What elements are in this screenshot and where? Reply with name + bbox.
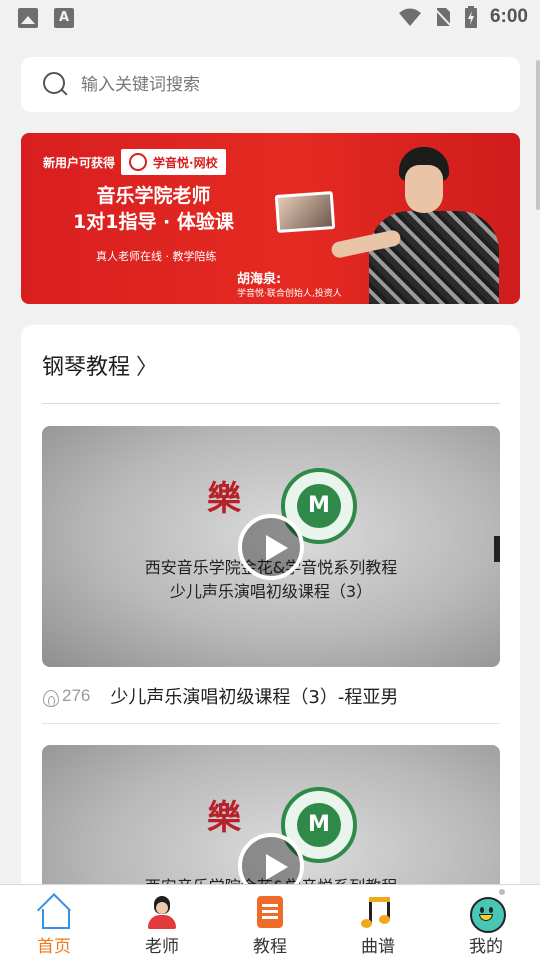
music-score-icon bbox=[361, 895, 395, 929]
list-divider bbox=[42, 723, 500, 724]
video-meta-row[interactable]: 276 少儿声乐演唱初级课程（3）-程亚男 bbox=[42, 681, 500, 711]
banner-headline: 音乐学院老师 1对1指导 · 体验课 bbox=[73, 183, 234, 235]
battery-charging-icon bbox=[464, 6, 477, 28]
video-cover-caption: 少儿声乐演唱初级课程（3） bbox=[169, 582, 373, 601]
promo-banner[interactable]: 新用户可获得 学音悦·网校 音乐学院老师 1对1指导 · 体验课 真人老师在线 … bbox=[21, 133, 520, 304]
tab-profile[interactable]: 我的 bbox=[432, 885, 540, 960]
course-section-card: 钢琴教程 〉 樂 M 西安音乐学院金花&学音悦系列教程 少儿声乐演唱初级课程（3… bbox=[21, 325, 520, 960]
tab-label: 老师 bbox=[145, 937, 179, 957]
section-title: 钢琴教程 bbox=[42, 355, 131, 380]
wifi-icon bbox=[398, 8, 421, 26]
video-thumbnail[interactable]: 樂 M 西安音乐学院金花&学音悦系列教程 少儿声乐演唱初级课程（3） bbox=[42, 426, 500, 667]
search-bar[interactable] bbox=[21, 57, 520, 112]
video-side-handle bbox=[494, 536, 500, 562]
brand-logo-icon bbox=[129, 153, 148, 171]
flame-icon bbox=[42, 686, 59, 707]
tab-label: 教程 bbox=[253, 937, 287, 957]
status-system: 6:00 bbox=[398, 6, 528, 28]
status-bar: A 6:00 bbox=[0, 0, 540, 36]
home-icon bbox=[37, 895, 71, 929]
banner-person-name: 胡海泉: bbox=[237, 272, 282, 287]
section-header[interactable]: 钢琴教程 〉 bbox=[42, 349, 158, 381]
banner-headline-line1: 音乐学院老师 bbox=[96, 185, 211, 207]
banner-new-user-label: 新用户可获得 bbox=[43, 155, 116, 170]
banner-person-title: 学音悦·联合创始人,投资人 bbox=[237, 289, 342, 299]
image-notification-icon bbox=[18, 8, 38, 28]
teacher-icon bbox=[145, 895, 179, 929]
banner-subline: 真人老师在线 · 教学陪练 bbox=[96, 250, 217, 263]
banner-brand-name: 学音悦·网校 bbox=[153, 155, 218, 170]
font-notification-icon: A bbox=[54, 8, 74, 28]
tab-label: 首页 bbox=[37, 937, 71, 957]
search-icon bbox=[43, 71, 69, 98]
video-title[interactable]: 少儿声乐演唱初级课程（3）-程亚男 bbox=[110, 683, 398, 709]
banner-brand-badge: 学音悦·网校 bbox=[121, 149, 226, 175]
course-icon bbox=[253, 895, 287, 929]
banner-offer-row: 新用户可获得 学音悦·网校 bbox=[43, 149, 226, 175]
banner-headline-line2: 1对1指导 · 体验课 bbox=[73, 211, 234, 233]
status-notifications: A bbox=[18, 8, 74, 28]
chevron-right-icon: 〉 bbox=[136, 355, 159, 380]
no-sim-icon bbox=[434, 8, 452, 27]
status-time: 6:00 bbox=[489, 6, 528, 27]
tab-music-score[interactable]: 曲谱 bbox=[324, 885, 432, 960]
section-divider bbox=[42, 403, 500, 404]
tab-label: 我的 bbox=[469, 937, 503, 957]
tab-course[interactable]: 教程 bbox=[216, 885, 324, 960]
play-icon[interactable] bbox=[238, 514, 304, 580]
search-input[interactable] bbox=[81, 74, 481, 95]
tab-label: 曲谱 bbox=[361, 937, 395, 957]
profile-icon bbox=[469, 889, 506, 933]
view-count: 276 bbox=[62, 686, 91, 705]
scrollbar[interactable] bbox=[536, 60, 540, 210]
bottom-tab-bar: 首页 老师 教程 曲谱 我的 bbox=[0, 884, 540, 960]
banner-person-image bbox=[330, 141, 511, 304]
tab-home[interactable]: 首页 bbox=[0, 885, 108, 960]
banner-phone-image bbox=[274, 191, 336, 233]
tab-teacher[interactable]: 老师 bbox=[108, 885, 216, 960]
